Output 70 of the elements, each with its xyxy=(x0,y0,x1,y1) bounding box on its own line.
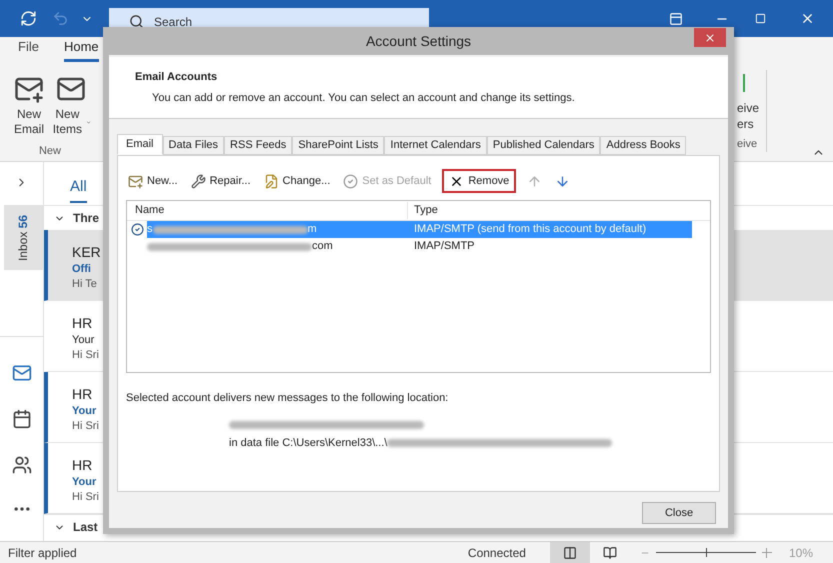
account-name: s m xyxy=(147,221,408,238)
wrench-icon xyxy=(190,174,206,188)
data-file-path: in data file C:\Users\Kernel33\...\ xyxy=(229,436,388,450)
arrow-down-icon xyxy=(555,174,570,188)
group-label: New xyxy=(38,144,61,158)
window-icon[interactable] xyxy=(669,12,683,26)
calendar-icon[interactable] xyxy=(12,409,32,429)
sync-icon[interactable] xyxy=(20,10,37,27)
reading-view-icon xyxy=(602,546,617,560)
dialog-tab[interactable]: Address Books xyxy=(600,136,686,155)
inbox-folder[interactable]: Inbox 56 xyxy=(4,205,43,270)
message-sender: KER xyxy=(72,243,101,262)
location-label: Selected account delivers new messages to the following location: xyxy=(126,391,448,406)
zoom-level: 10% xyxy=(788,544,813,562)
close-icon[interactable] xyxy=(800,11,815,26)
filter-tab[interactable]: All xyxy=(70,176,87,203)
message-subject: Your xyxy=(72,333,94,348)
group-header: Thre xyxy=(73,210,100,227)
message-preview: Hi Sri xyxy=(72,490,99,505)
toolbar-button[interactable]: New... xyxy=(126,169,180,193)
ribbon-label: eive xyxy=(737,100,760,116)
message-preview: Hi Sri xyxy=(72,419,99,434)
connection-status: Connected xyxy=(468,544,526,562)
ribbon-button[interactable]: New Email xyxy=(10,74,48,137)
close-dialog-button[interactable]: Close xyxy=(642,502,716,524)
search-input[interactable]: Search xyxy=(154,12,354,30)
toolbar-button[interactable]: Repair... xyxy=(188,169,253,193)
ribbon-label: ers xyxy=(737,116,755,132)
toolbar-button[interactable]: Change... xyxy=(262,169,332,193)
dialog-tab[interactable]: Email xyxy=(117,134,163,155)
zoom-in-icon[interactable] xyxy=(762,548,772,558)
account-type: IMAP/SMTP (send from this account by default) xyxy=(408,221,692,238)
dialog-tab[interactable]: Internet Calendars xyxy=(384,136,487,155)
search-icon xyxy=(129,14,144,29)
ribbon-button[interactable]: New Items xyxy=(52,74,90,137)
normal-view-icon xyxy=(562,546,577,560)
column-header: Name xyxy=(127,202,408,219)
message-subject: Offi xyxy=(72,262,91,277)
message-subject: Your xyxy=(72,404,96,419)
message-sender: HR xyxy=(72,456,92,475)
document-icon xyxy=(264,174,279,188)
message-preview: Hi Te xyxy=(72,277,97,292)
view-button[interactable] xyxy=(550,542,590,563)
people-icon[interactable] xyxy=(12,455,32,475)
status-text: Filter applied xyxy=(8,544,77,562)
group-label: eive xyxy=(737,137,758,152)
dialog-tab[interactable]: Published Calendars xyxy=(486,136,600,155)
envelope-icon xyxy=(128,174,143,188)
message-sender: HR xyxy=(72,385,92,404)
toolbar-button[interactable]: Remove xyxy=(442,169,516,193)
column-header: Type xyxy=(413,203,438,218)
default-check-icon xyxy=(130,223,144,236)
section-description: You can add or remove an account. You can select an account and change its settings. xyxy=(151,90,576,106)
message-subject: Your xyxy=(72,475,96,490)
close-icon xyxy=(704,32,716,44)
message-preview: Hi Sri xyxy=(72,348,99,363)
account-row[interactable]: com IMAP/SMTP xyxy=(127,238,710,255)
dialog-tab[interactable]: Data Files xyxy=(162,136,224,155)
dialog-tab[interactable]: SharePoint Lists xyxy=(292,136,384,155)
account-name: com xyxy=(147,238,408,255)
mail-icon[interactable] xyxy=(12,363,32,383)
account-type: IMAP/SMTP xyxy=(413,239,476,254)
close-button[interactable] xyxy=(694,28,726,47)
ribbon-tab[interactable]: File xyxy=(18,36,39,62)
section-heading: Email Accounts xyxy=(135,70,218,85)
group-header: Last xyxy=(73,519,98,536)
dialog-tab[interactable]: RSS Feeds xyxy=(224,136,292,155)
maximize-icon[interactable] xyxy=(755,13,766,24)
check-circle-icon xyxy=(343,174,358,188)
message-sender: HR xyxy=(72,314,92,333)
